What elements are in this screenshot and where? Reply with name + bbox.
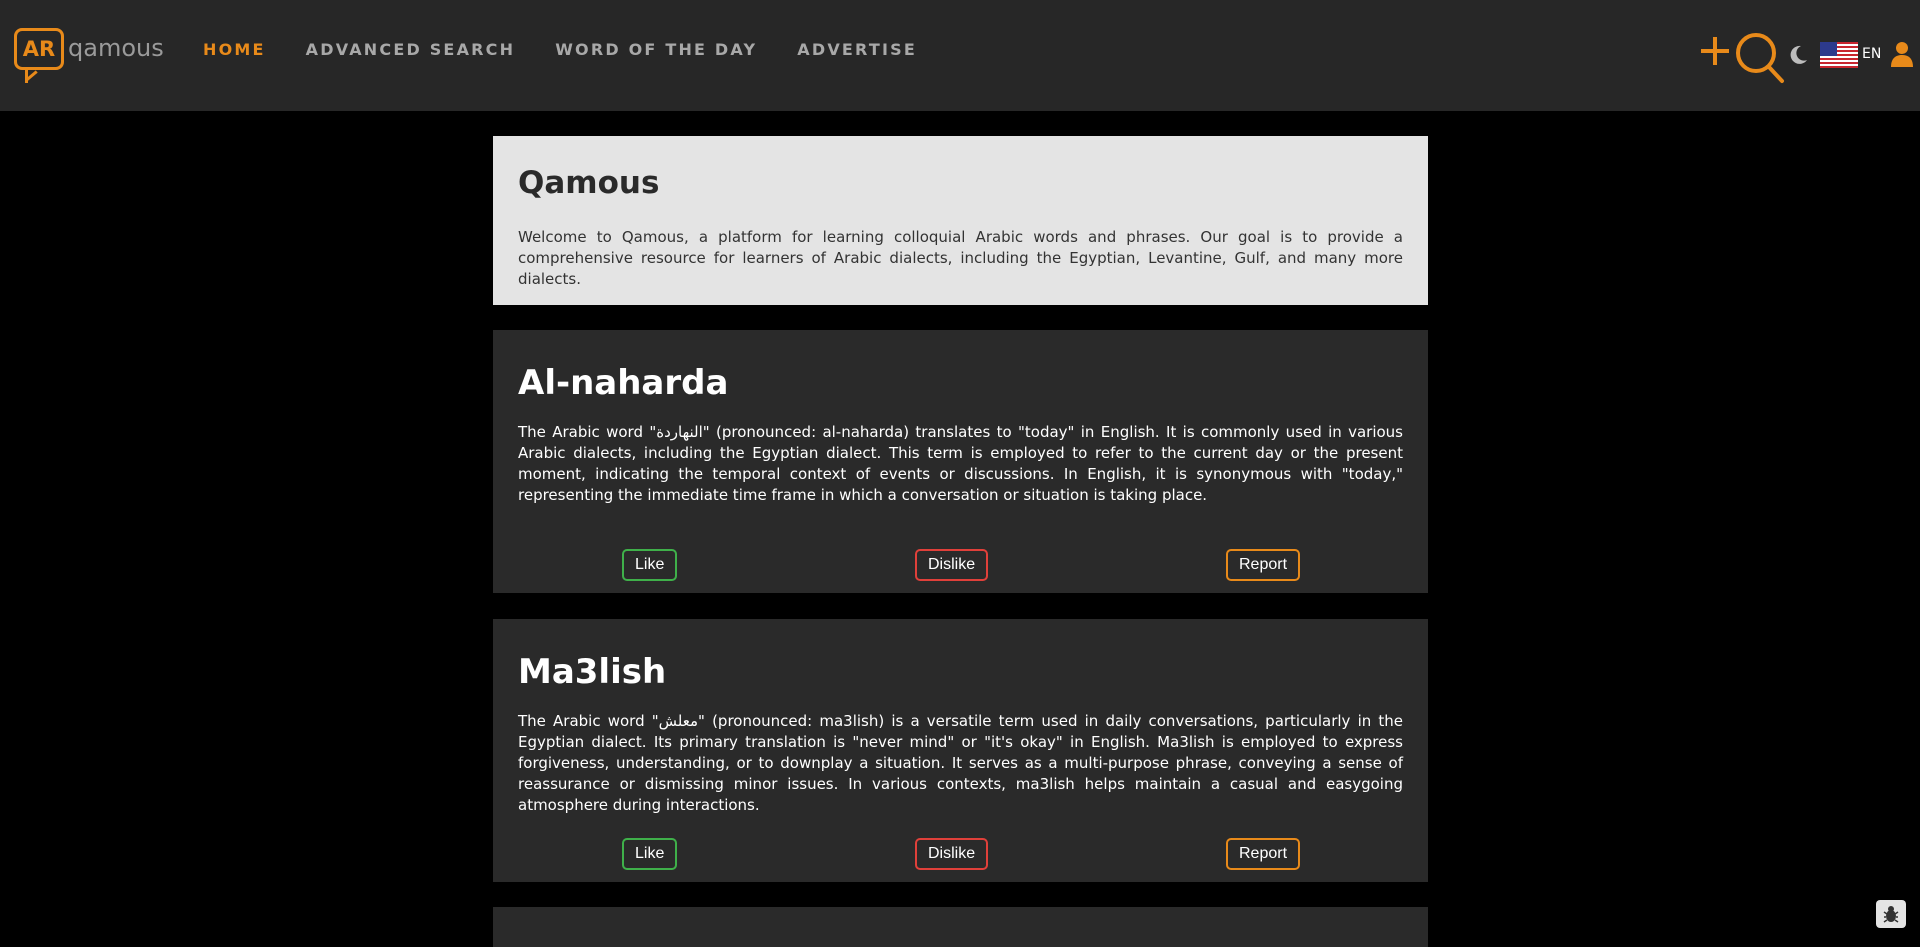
word-definition: The Arabic word "معلش" (pronounced: ma3l… [518,712,1403,814]
word-card-partial [493,907,1428,947]
logo-badge-text: AR [22,37,56,61]
word-definition: The Arabic word "النهاردة" (pronounced: … [518,423,1403,504]
nav-home[interactable]: HOME [203,38,266,62]
bug-icon [1883,906,1899,923]
language-code[interactable]: EN [1862,45,1881,63]
dislike-button[interactable]: Dislike [915,838,989,870]
us-flag-icon[interactable] [1820,42,1858,72]
intro-card: Qamous Welcome to Qamous, a platform for… [493,136,1428,305]
plus-icon[interactable] [1700,36,1730,70]
intro-text: Welcome to Qamous, a platform for learni… [518,228,1403,288]
report-button[interactable]: Report [1226,549,1301,581]
nav-advertise[interactable]: ADVERTISE [797,38,917,62]
bug-report-button[interactable] [1876,900,1906,928]
nav-word-of-the-day[interactable]: WORD OF THE DAY [555,38,757,62]
site-logo[interactable]: AR qamous [14,28,164,83]
word-card: Ma3lish The Arabic word "معلش" (pronounc… [493,619,1428,882]
word-actions: Like Dislike Report [493,838,1428,872]
logo-wordmark: qamous [68,34,164,62]
search-icon[interactable] [1735,32,1785,88]
moon-icon[interactable] [1787,44,1809,70]
word-title: Ma3lish [518,652,667,692]
user-icon[interactable] [1890,40,1914,72]
intro-title: Qamous [518,165,660,201]
logo-badge: AR [14,28,64,83]
word-actions: Like Dislike Report [493,549,1428,583]
word-card: Al-naharda The Arabic word "النهاردة" (p… [493,330,1428,593]
nav-advanced-search[interactable]: ADVANCED SEARCH [306,38,516,62]
main-nav: HOME ADVANCED SEARCH WORD OF THE DAY ADV… [203,38,957,62]
like-button[interactable]: Like [622,838,678,870]
word-title: Al-naharda [518,363,729,403]
dislike-button[interactable]: Dislike [915,549,989,581]
like-button[interactable]: Like [622,549,678,581]
top-navbar: AR qamous HOME ADVANCED SEARCH WORD OF T… [0,0,1920,111]
report-button[interactable]: Report [1226,838,1301,870]
header-actions: EN [1680,30,1920,86]
